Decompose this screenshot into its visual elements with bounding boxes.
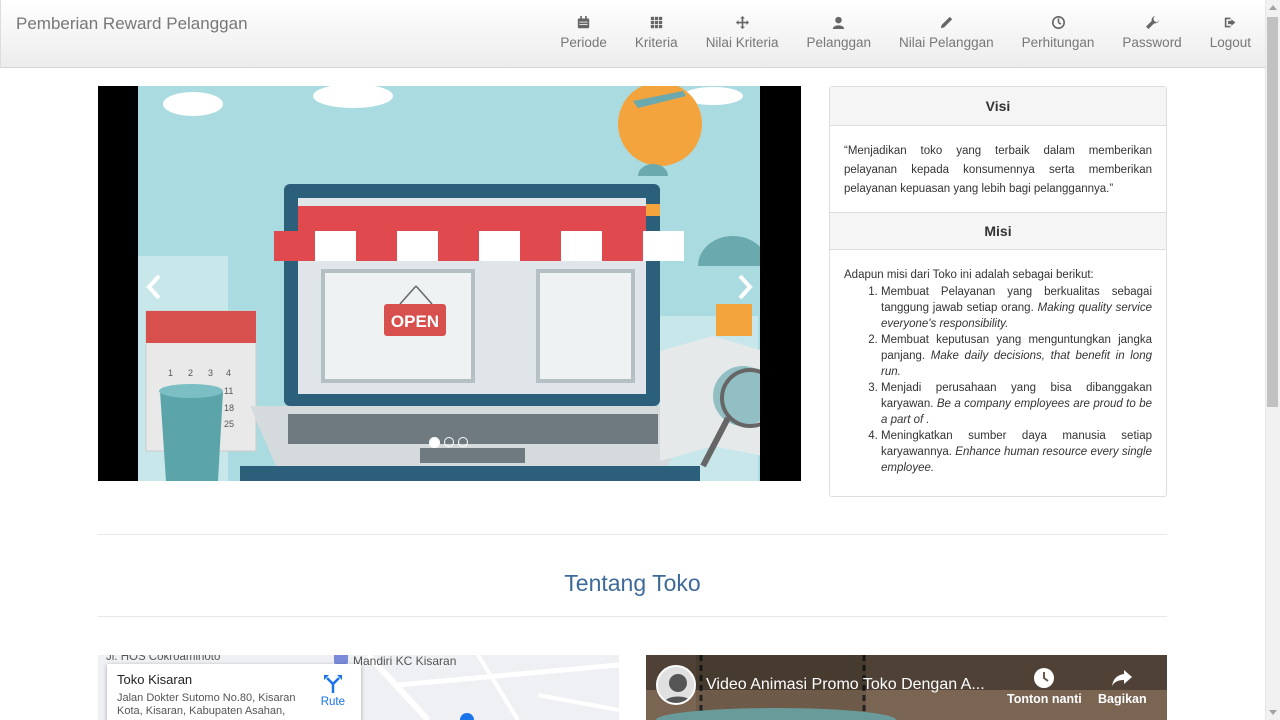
nav-item-label: Logout bbox=[1209, 35, 1251, 50]
pencil-icon bbox=[940, 16, 952, 29]
logout-icon bbox=[1224, 17, 1236, 28]
nav-item-label: Password bbox=[1122, 35, 1182, 50]
nav-item-nilai-kriteria[interactable]: Nilai Kriteria bbox=[692, 0, 793, 68]
scroll-down-arrow-icon[interactable] bbox=[1269, 710, 1277, 715]
misi-intro: Adapun misi dari Toko ini adalah sebagai… bbox=[844, 269, 1094, 281]
nav-item-label: Nilai Pelanggan bbox=[899, 35, 994, 50]
scrollbar-thumb[interactable] bbox=[1267, 17, 1278, 407]
calendar-number: 25 bbox=[224, 419, 234, 429]
map-place-address: Jalan Dokter Sutomo No.80, Kisaran Kota,… bbox=[117, 692, 296, 717]
carousel-prev-chevron-icon[interactable] bbox=[143, 272, 165, 302]
brand-title[interactable]: Pemberian Reward Pelanggan bbox=[16, 14, 248, 34]
calendar-number: 1 bbox=[168, 368, 173, 378]
wrench-icon bbox=[1145, 16, 1159, 29]
nav-item-label: Perhitungan bbox=[1021, 35, 1095, 50]
user-icon bbox=[833, 16, 845, 29]
calendar-number: 3 bbox=[208, 368, 213, 378]
visi-misi-panel: Visi “Menjadikan toko yang terbaik dalam… bbox=[829, 86, 1167, 497]
image-carousel[interactable]: 1 2 3 4 8 9 10 11 16 17 18 23 24 25 31 bbox=[98, 86, 801, 481]
share-icon bbox=[1112, 670, 1133, 686]
nav-item-kriteria[interactable]: Kriteria bbox=[621, 0, 692, 68]
misi-list: Membuat Pelayanan yang berkualitas sebag… bbox=[844, 284, 1152, 476]
watch-later-button[interactable]: Tonton nanti bbox=[1007, 667, 1082, 706]
visi-heading: Visi bbox=[830, 87, 1166, 126]
route-label: Rute bbox=[320, 696, 345, 708]
share-label: Bagikan bbox=[1098, 692, 1147, 706]
nav-item-label: Periode bbox=[560, 35, 607, 50]
carousel-indicator-1[interactable] bbox=[429, 437, 440, 448]
nav-item-logout[interactable]: Logout bbox=[1196, 0, 1265, 68]
route-button[interactable]: Rute bbox=[321, 674, 345, 708]
list-item: Meningkatkan sumber daya manusia setiap … bbox=[881, 428, 1152, 476]
calendar-number: 4 bbox=[226, 368, 231, 378]
carousel-indicator-3[interactable] bbox=[458, 437, 468, 447]
section-title: Tentang Toko bbox=[564, 570, 701, 596]
channel-avatar[interactable] bbox=[656, 665, 696, 705]
th-icon bbox=[650, 16, 662, 29]
map-embed[interactable]: Jl. HOS Cokroaminoto Mandiri KC Kisaran … bbox=[98, 655, 619, 720]
navbar: Pemberian Reward Pelanggan Periode Krite… bbox=[0, 0, 1265, 68]
list-item: Membuat Pelayanan yang berkualitas sebag… bbox=[881, 284, 1152, 332]
divider bbox=[98, 616, 1167, 617]
nav-item-nilai-pelanggan[interactable]: Nilai Pelanggan bbox=[885, 0, 1008, 68]
nav-item-periode[interactable]: Periode bbox=[546, 0, 621, 68]
misi-heading: Misi bbox=[830, 212, 1166, 250]
nav-item-pelanggan[interactable]: Pelanggan bbox=[792, 0, 885, 68]
calendar-number: 18 bbox=[224, 403, 234, 413]
store-laptop-illustration: 1 2 3 4 8 9 10 11 16 17 18 23 24 25 31 bbox=[138, 86, 760, 481]
carousel-next-chevron-icon[interactable] bbox=[734, 272, 756, 302]
scroll-up-arrow-icon[interactable] bbox=[1269, 5, 1277, 10]
nav-menu: Periode Kriteria Nilai Kriteria Pelangga… bbox=[546, 0, 1265, 68]
calendar-number: 2 bbox=[188, 368, 193, 378]
video-embed[interactable]: Video Animasi Promo Toko Dengan A... Ton… bbox=[646, 655, 1167, 720]
share-button[interactable]: Bagikan bbox=[1098, 667, 1147, 706]
nav-item-password[interactable]: Password bbox=[1108, 0, 1195, 68]
map-street-label: Jl. HOS Cokroaminoto bbox=[106, 655, 221, 663]
directions-icon bbox=[323, 675, 342, 693]
nav-item-label: Nilai Kriteria bbox=[705, 35, 779, 50]
list-item: Menjadi perusahaan yang bisa dibanggakan… bbox=[881, 380, 1152, 428]
visi-text: “Menjadikan toko yang terbaik dalam memb… bbox=[844, 145, 1152, 195]
dashboard-icon bbox=[1051, 16, 1065, 29]
move-icon bbox=[735, 16, 749, 29]
calendar-number: 11 bbox=[224, 386, 233, 396]
clock-icon bbox=[1034, 668, 1055, 688]
misi-content: Adapun misi dari Toko ini adalah sebagai… bbox=[830, 250, 1166, 476]
video-title[interactable]: Video Animasi Promo Toko Dengan A... bbox=[706, 676, 985, 694]
page-scrollbar[interactable] bbox=[1265, 0, 1280, 720]
map-place-card: Toko Kisaran Jalan Dokter Sutomo No.80, … bbox=[107, 664, 361, 720]
carousel-indicators bbox=[429, 437, 468, 448]
calendar-icon bbox=[577, 16, 590, 29]
open-sign-text: OPEN bbox=[391, 312, 439, 331]
watch-later-label: Tonton nanti bbox=[1007, 692, 1082, 706]
map-bank-label: Mandiri KC Kisaran bbox=[353, 655, 457, 668]
carousel-indicator-2[interactable] bbox=[444, 437, 454, 447]
list-item: Membuat keputusan yang menguntungkan jan… bbox=[881, 332, 1152, 380]
divider bbox=[98, 534, 1167, 535]
map-place-name[interactable]: Toko Kisaran bbox=[117, 672, 351, 687]
nav-item-label: Kriteria bbox=[634, 35, 678, 50]
nav-item-label: Pelanggan bbox=[806, 35, 872, 50]
nav-item-perhitungan[interactable]: Perhitungan bbox=[1008, 0, 1109, 68]
